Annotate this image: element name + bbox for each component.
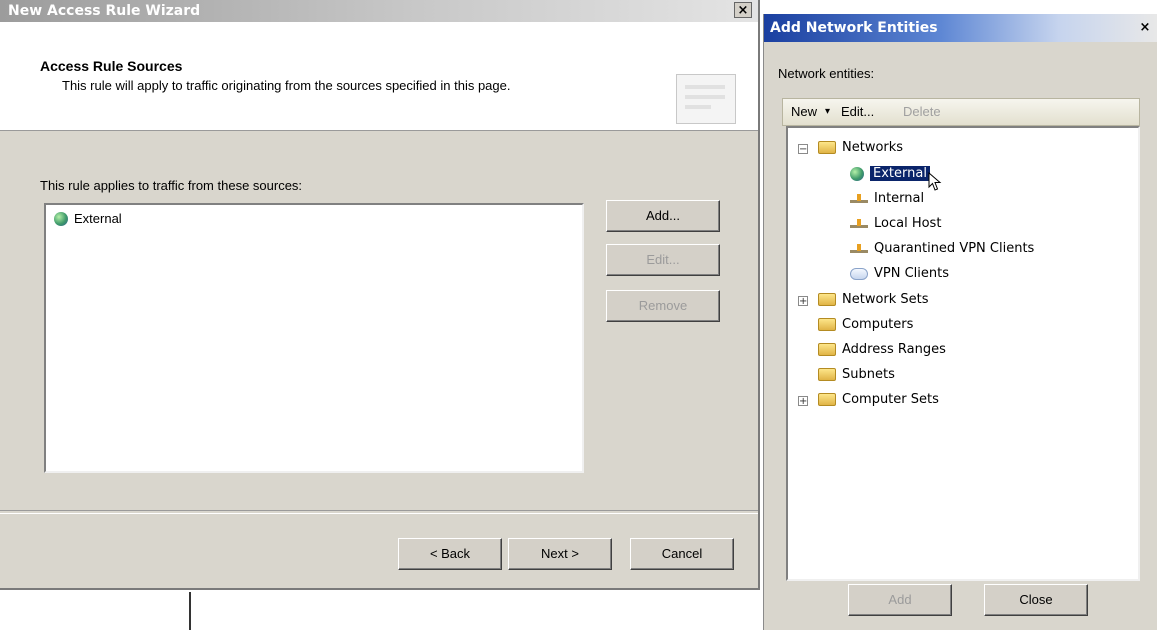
wizard-header: Access Rule Sources This rule will apply… xyxy=(0,22,758,131)
tree-item-label: Quarantined VPN Clients xyxy=(874,241,1035,256)
tree-item-computer-sets[interactable]: Computer Sets xyxy=(818,392,939,407)
tree-item-label: Network Sets xyxy=(842,292,929,307)
wizard-close-button[interactable]: × xyxy=(734,2,752,18)
expand-icon[interactable]: + xyxy=(798,396,808,407)
page-title: Access Rule Sources xyxy=(40,58,183,74)
tree-item-network-sets[interactable]: Network Sets xyxy=(818,292,929,307)
edit-toolbar-button[interactable]: Edit... xyxy=(841,99,874,125)
entities-tree[interactable]: − Networks External Internal Local Host … xyxy=(786,126,1140,581)
entities-title-bar[interactable]: Add Network Entities × xyxy=(764,14,1157,42)
cloud-icon xyxy=(850,267,868,280)
edit-button[interactable]: Edit... xyxy=(606,244,720,276)
folder-icon xyxy=(818,368,836,381)
mouse-pointer-icon xyxy=(928,172,942,191)
entities-title: Add Network Entities xyxy=(770,20,938,36)
tree-item-internal[interactable]: Internal xyxy=(850,191,924,206)
folder-icon xyxy=(818,318,836,331)
tree-item-address-ranges[interactable]: Address Ranges xyxy=(818,342,946,357)
tree-item-quarantined-vpn-clients[interactable]: Quarantined VPN Clients xyxy=(850,241,1034,256)
folder-icon xyxy=(818,393,836,406)
new-menu-button[interactable]: New xyxy=(791,99,817,125)
tree-item-vpn-clients[interactable]: VPN Clients xyxy=(850,266,949,281)
new-access-rule-wizard: New Access Rule Wizard × Access Rule Sou… xyxy=(0,0,760,590)
back-button[interactable]: < Back xyxy=(398,538,502,570)
expand-icon[interactable]: + xyxy=(798,296,808,307)
folder-icon xyxy=(818,343,836,356)
page-subtitle: This rule will apply to traffic originat… xyxy=(62,78,511,93)
network-icon xyxy=(850,243,868,254)
close-button[interactable]: Close xyxy=(984,584,1088,616)
source-label: External xyxy=(74,211,122,226)
add-network-entities-window: Add Network Entities × Network entities:… xyxy=(763,14,1157,630)
tree-item-label: VPN Clients xyxy=(874,266,949,281)
list-item[interactable]: External xyxy=(54,211,122,226)
tree-item-label: Internal xyxy=(874,191,925,206)
collapse-icon[interactable]: − xyxy=(798,144,808,155)
entities-label: Network entities: xyxy=(778,66,875,81)
wizard-title-bar[interactable]: New Access Rule Wizard × xyxy=(0,0,758,22)
chevron-down-icon[interactable]: ▾ xyxy=(825,99,830,125)
tree-item-label: Subnets xyxy=(842,367,895,382)
folder-icon xyxy=(818,293,836,306)
wizard-footer-divider xyxy=(0,510,758,514)
add-button[interactable]: Add... xyxy=(606,200,720,232)
tree-item-label: Computers xyxy=(842,317,914,332)
tree-item-external[interactable]: External xyxy=(850,165,931,182)
network-icon xyxy=(850,193,868,204)
folder-icon xyxy=(818,141,836,154)
sources-list-label: This rule applies to traffic from these … xyxy=(40,178,303,193)
entities-toolbar: New ▾ Edit... Delete xyxy=(782,98,1140,126)
tree-item-label: Address Ranges xyxy=(842,342,946,357)
tree-item-label: Local Host xyxy=(874,216,942,231)
tree-item-label: Computer Sets xyxy=(842,392,939,407)
globe-icon xyxy=(850,166,864,181)
cancel-button[interactable]: Cancel xyxy=(630,538,734,570)
delete-toolbar-button[interactable]: Delete xyxy=(903,99,941,125)
divider-line xyxy=(189,592,191,630)
globe-icon xyxy=(54,211,68,226)
wizard-header-image xyxy=(676,74,736,124)
tree-item-local-host[interactable]: Local Host xyxy=(850,216,941,231)
remove-button[interactable]: Remove xyxy=(606,290,720,322)
add-entity-button[interactable]: Add xyxy=(848,584,952,616)
next-button[interactable]: Next > xyxy=(508,538,612,570)
tree-item-computers[interactable]: Computers xyxy=(818,317,913,332)
entities-close-icon[interactable]: × xyxy=(1137,20,1153,36)
tree-item-label: External xyxy=(869,165,931,182)
network-icon xyxy=(850,218,868,229)
sources-list[interactable]: External xyxy=(44,203,584,473)
wizard-title: New Access Rule Wizard xyxy=(8,3,201,19)
tree-item-label: Networks xyxy=(842,140,904,155)
tree-item-subnets[interactable]: Subnets xyxy=(818,367,895,382)
tree-item-networks[interactable]: Networks xyxy=(818,140,903,155)
